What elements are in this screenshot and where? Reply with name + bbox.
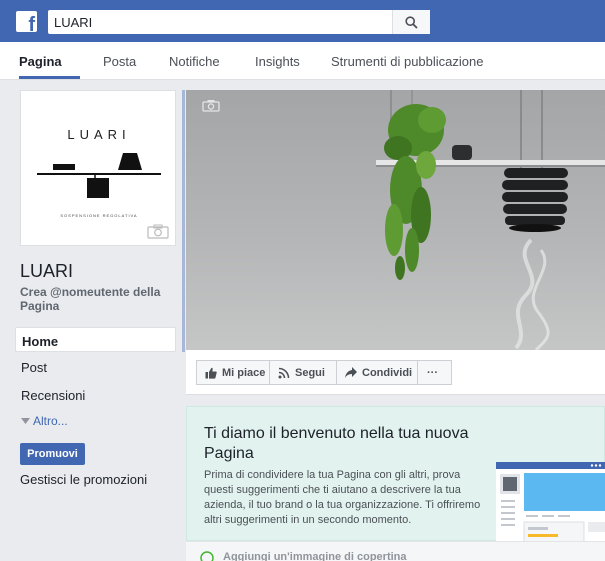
like-label: Mi piace: [222, 366, 266, 379]
more-options-button[interactable]: ···: [417, 360, 452, 385]
tab-publishing-tools[interactable]: Strumenti di pubblicazione: [331, 54, 483, 69]
tab-notifiche[interactable]: Notifiche: [169, 54, 220, 69]
thumbs-up-icon: [205, 367, 217, 379]
sidebar-more-label: Altro...: [33, 414, 68, 428]
search-button[interactable]: [392, 10, 430, 34]
page-preview-illustration: [496, 462, 605, 542]
welcome-card: Ti diamo il benvenuto nella tua nuova Pa…: [186, 406, 605, 542]
sidebar-item-home[interactable]: Home: [15, 327, 176, 352]
cover-camera-icon[interactable]: [202, 99, 220, 112]
sidebar-item-post[interactable]: Post: [15, 354, 176, 379]
left-sidebar: LUARI SOSPENSIONE REGOLATIVA LUARI Crea …: [0, 80, 185, 561]
circle-check-icon: [200, 551, 214, 561]
top-navigation-bar: f: [0, 0, 605, 42]
column-divider: [182, 90, 185, 352]
camera-icon[interactable]: [147, 224, 169, 239]
share-label: Condividi: [362, 366, 413, 379]
lamp-logo-graphic: [37, 153, 161, 198]
page-tabs: Pagina Posta Notifiche Insights Strument…: [0, 42, 605, 80]
next-step-label: Aggiungi un'immagine di copertina: [223, 551, 407, 561]
tab-insights[interactable]: Insights: [255, 54, 300, 69]
profile-logo-tagline: SOSPENSIONE REGOLATIVA: [60, 213, 138, 218]
tab-pagina[interactable]: Pagina: [19, 54, 62, 69]
profile-logo-title: LUARI: [67, 127, 131, 142]
follow-button[interactable]: Segui: [269, 360, 337, 385]
facebook-logo-icon[interactable]: f: [16, 11, 37, 32]
triangle-down-icon: [21, 418, 30, 424]
search-box: [48, 10, 430, 34]
share-arrow-icon: [345, 367, 357, 378]
sidebar-item-recensioni[interactable]: Recensioni: [15, 382, 176, 407]
page-root: f Pagina Posta Notifiche Insights Strume…: [0, 0, 605, 561]
rss-follow-icon: [278, 367, 290, 378]
welcome-description: Prima di condividere la tua Pagina con g…: [204, 469, 481, 526]
profile-picture[interactable]: LUARI SOSPENSIONE REGOLATIVA: [20, 90, 176, 246]
coil-lamp: [502, 168, 568, 232]
active-tab-indicator: [19, 76, 80, 79]
share-button[interactable]: Condividi: [336, 360, 418, 385]
cover-image-graphic: [376, 90, 605, 350]
like-button[interactable]: Mi piace: [196, 360, 270, 385]
follow-label: Segui: [295, 366, 325, 379]
next-step-row[interactable]: Aggiungi un'immagine di copertina: [186, 541, 605, 561]
manage-promotions-link[interactable]: Gestisci le promozioni: [20, 472, 147, 487]
create-username-link[interactable]: Crea @nomeutente della Pagina: [20, 285, 180, 313]
page-action-bar: Mi piace Segui Condividi ···: [186, 350, 605, 395]
tab-posta[interactable]: Posta: [103, 54, 136, 69]
welcome-title: Ti diamo il benvenuto nella tua nuova Pa…: [204, 425, 469, 462]
search-input[interactable]: [48, 10, 392, 34]
search-icon: [405, 15, 418, 29]
more-options-icon: ···: [427, 366, 438, 379]
cover-photo[interactable]: [186, 90, 605, 350]
promote-button[interactable]: Promuovi: [20, 443, 85, 465]
sidebar-more-link[interactable]: Altro...: [21, 414, 68, 428]
page-name[interactable]: LUARI: [20, 261, 73, 282]
ivy-plant: [384, 104, 446, 280]
